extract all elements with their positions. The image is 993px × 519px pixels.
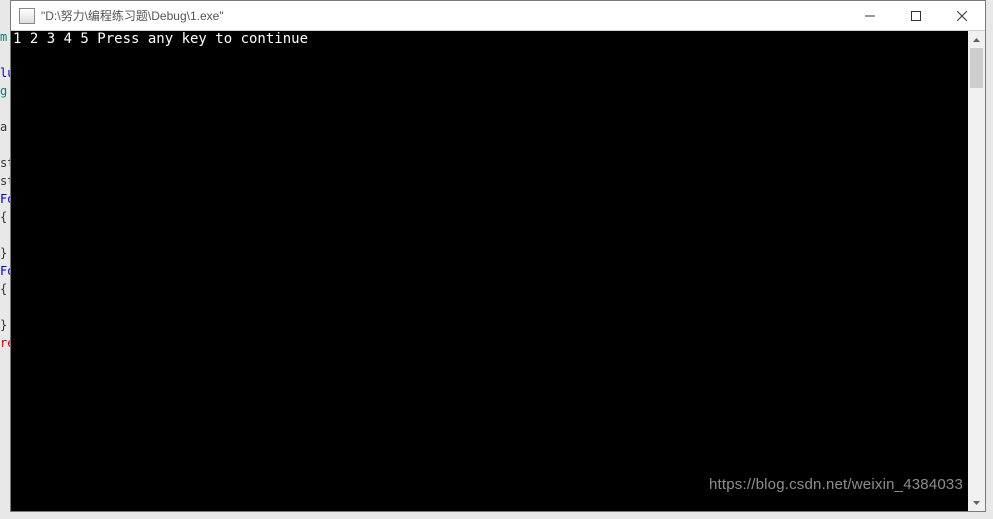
chevron-down-icon <box>973 501 980 505</box>
scrollbar-thumb[interactable] <box>970 48 983 88</box>
close-icon <box>957 11 967 21</box>
close-button[interactable] <box>939 1 985 30</box>
vertical-scrollbar[interactable] <box>968 31 985 511</box>
background-code-sliver: m lu g a st st Fo { } Fo { } re <box>0 28 10 498</box>
scroll-down-button[interactable] <box>968 494 985 511</box>
minimize-icon <box>865 11 875 21</box>
console-window: "D:\努力\编程练习题\Debug\1.exe" 1 2 3 4 5 Pres… <box>10 0 986 512</box>
scrollbar-track[interactable] <box>968 48 985 494</box>
chevron-up-icon <box>973 38 980 42</box>
maximize-icon <box>911 11 921 21</box>
console-client-area: 1 2 3 4 5 Press any key to continue http… <box>11 31 985 511</box>
window-controls <box>847 1 985 30</box>
console-output[interactable]: 1 2 3 4 5 Press any key to continue <box>11 31 968 511</box>
app-icon <box>19 8 35 24</box>
window-title: "D:\努力\编程练习题\Debug\1.exe" <box>41 7 224 24</box>
minimize-button[interactable] <box>847 1 893 30</box>
maximize-button[interactable] <box>893 1 939 30</box>
titlebar[interactable]: "D:\努力\编程练习题\Debug\1.exe" <box>11 1 985 31</box>
scroll-up-button[interactable] <box>968 31 985 48</box>
